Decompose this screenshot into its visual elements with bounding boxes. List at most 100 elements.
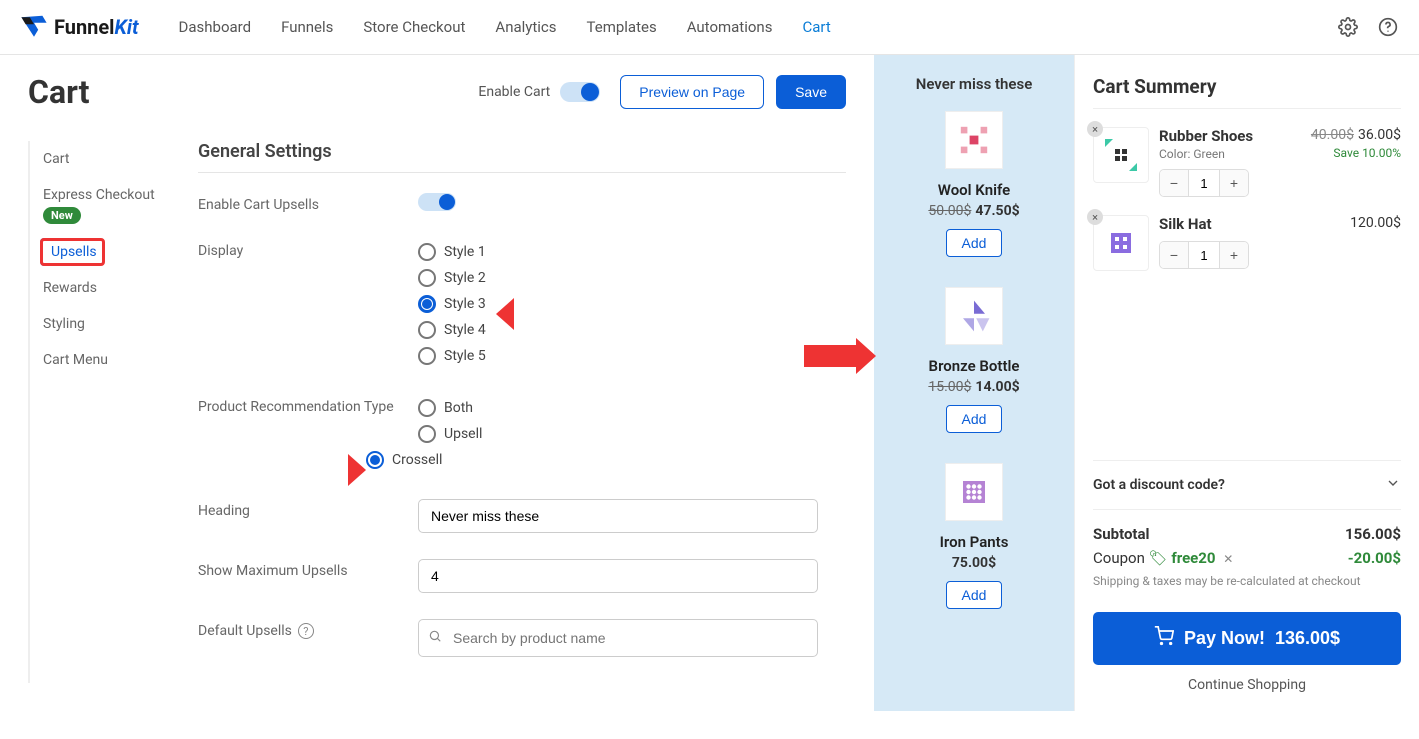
cart-summary: Cart Summery × Rubber Shoes Color: Green… [1074, 55, 1419, 711]
row-heading: Heading [198, 499, 846, 533]
sidenav-styling[interactable]: Styling [28, 306, 178, 342]
help-icon[interactable] [1377, 16, 1399, 38]
search-icon [428, 629, 442, 647]
nav-dashboard[interactable]: Dashboard [179, 18, 252, 36]
enable-upsells-toggle[interactable] [418, 193, 456, 211]
top-bar: FunnelKit Dashboard Funnels Store Checko… [0, 0, 1419, 55]
cart-item-silk-hat: × Silk Hat − + 120.00$ [1093, 215, 1401, 271]
cart-thumb [1093, 127, 1149, 183]
qty-input[interactable] [1188, 242, 1220, 268]
product-price: 50.00$47.50$ [884, 203, 1064, 219]
arrow-to-preview [804, 345, 856, 367]
enable-upsells-label: Enable Cart Upsells [198, 193, 418, 213]
rec-both[interactable]: Both [418, 395, 846, 421]
qty-stepper: − + [1159, 241, 1249, 269]
upsell-card-iron-pants: Iron Pants 75.00$ Add [884, 463, 1064, 609]
default-search-input[interactable] [418, 619, 818, 657]
remove-icon[interactable]: × [1087, 121, 1103, 137]
pay-now-button[interactable]: Pay Now! 136.00$ [1093, 612, 1401, 665]
nav-analytics[interactable]: Analytics [495, 18, 556, 36]
product-thumb [945, 111, 1003, 169]
cart-item-name: Rubber Shoes [1159, 127, 1301, 145]
qty-input[interactable] [1188, 170, 1220, 196]
discount-row[interactable]: Got a discount code? [1093, 460, 1401, 510]
coupon-line: Coupon 🏷 free20 ✕ -20.00$ [1093, 546, 1401, 570]
product-name: Bronze Bottle [884, 357, 1064, 375]
row-rec-type: Product Recommendation Type Both Upsell … [198, 395, 846, 473]
display-style-3[interactable]: Style 3 [418, 291, 846, 317]
page-header: Cart Enable Cart Preview on Page Save [28, 73, 846, 111]
qty-plus[interactable]: + [1220, 170, 1248, 196]
max-input[interactable] [418, 559, 818, 593]
upsell-card-bronze-bottle: Bronze Bottle 15.00$14.00$ Add [884, 287, 1064, 433]
settings-sidenav: Cart Express Checkout New Upsells Reward… [28, 141, 178, 683]
default-search-wrap [418, 619, 818, 657]
row-default: Default Upsells ? [198, 619, 846, 657]
tag-icon: 🏷 [1149, 549, 1172, 567]
cart-item-price: 120.00$ [1350, 215, 1401, 271]
rec-crossell[interactable]: Crossell [366, 447, 442, 473]
rec-upsell[interactable]: Upsell [418, 421, 846, 447]
nav-funnels[interactable]: Funnels [281, 18, 333, 36]
new-badge: New [43, 207, 81, 224]
brand-mark-icon [20, 13, 48, 41]
add-button[interactable]: Add [946, 405, 1003, 433]
cart-item-name: Silk Hat [1159, 215, 1340, 233]
product-price: 75.00$ [884, 555, 1064, 571]
cart-item-info: Silk Hat − + [1159, 215, 1340, 271]
brand-word-a: Funnel [54, 15, 114, 39]
sidenav-upsells[interactable]: Upsells [40, 238, 105, 266]
cart-item-info: Rubber Shoes Color: Green − + [1159, 127, 1301, 197]
brand-logo: FunnelKit [20, 13, 139, 41]
qty-stepper: − + [1159, 169, 1249, 197]
sidenav-cart[interactable]: Cart [28, 141, 178, 177]
continue-shopping-link[interactable]: Continue Shopping [1093, 677, 1401, 693]
qty-minus[interactable]: − [1160, 170, 1188, 196]
preview-button[interactable]: Preview on Page [620, 75, 764, 109]
tax-note: Shipping & taxes may be re-calculated at… [1093, 574, 1401, 588]
sidenav-express-checkout-label: Express Checkout [43, 187, 155, 203]
add-button[interactable]: Add [946, 229, 1003, 257]
sidenav-express-checkout[interactable]: Express Checkout New [28, 177, 178, 234]
cart-item-price: 40.00$36.00$ Save 10.00% [1311, 127, 1401, 197]
rec-label: Product Recommendation Type [198, 395, 418, 415]
settings-panel: General Settings Enable Cart Upsells Dis… [198, 141, 846, 683]
remove-coupon-icon[interactable]: ✕ [1223, 552, 1233, 566]
cart-icon [1154, 626, 1174, 651]
enable-cart-toggle[interactable] [560, 82, 600, 102]
preview-heading: Never miss these [884, 75, 1064, 93]
enable-cart-group: Enable Cart [478, 82, 600, 102]
discount-label: Got a discount code? [1093, 477, 1225, 493]
product-name: Wool Knife [884, 181, 1064, 199]
display-style-4[interactable]: Style 4 [418, 317, 846, 343]
qty-plus[interactable]: + [1220, 242, 1248, 268]
heading-input[interactable] [418, 499, 818, 533]
display-style-5[interactable]: Style 5 [418, 343, 846, 369]
nav-store-checkout[interactable]: Store Checkout [363, 18, 465, 36]
nav-cart[interactable]: Cart [802, 18, 830, 36]
display-options: Style 1 Style 2 Style 3 Style 4 Style 5 [418, 239, 846, 369]
upsell-preview: Never miss these Wool Knife 50.00$47.50$… [874, 55, 1074, 711]
qty-minus[interactable]: − [1160, 242, 1188, 268]
page: Cart Enable Cart Preview on Page Save Ca… [0, 55, 1419, 711]
top-icons [1337, 16, 1399, 38]
add-button[interactable]: Add [946, 581, 1003, 609]
settings-body: Cart Express Checkout New Upsells Reward… [28, 141, 846, 683]
top-nav: Dashboard Funnels Store Checkout Analyti… [179, 18, 1337, 36]
nav-automations[interactable]: Automations [687, 18, 773, 36]
product-name: Iron Pants [884, 533, 1064, 551]
help-tooltip-icon[interactable]: ? [298, 623, 314, 639]
nav-templates[interactable]: Templates [587, 18, 657, 36]
cart-item-rubber-shoes: × Rubber Shoes Color: Green − + 40.00$36… [1093, 127, 1401, 197]
sidenav-rewards[interactable]: Rewards [28, 270, 178, 306]
display-style-2[interactable]: Style 2 [418, 265, 846, 291]
save-button[interactable]: Save [776, 75, 846, 109]
gear-icon[interactable] [1337, 16, 1359, 38]
sidenav-cart-menu[interactable]: Cart Menu [28, 342, 178, 378]
coupon-label-wrap: Coupon 🏷 free20 ✕ [1093, 549, 1233, 567]
remove-icon[interactable]: × [1087, 209, 1103, 225]
display-style-1[interactable]: Style 1 [418, 239, 846, 265]
max-field-label: Show Maximum Upsells [198, 559, 418, 579]
row-enable-upsells: Enable Cart Upsells [198, 193, 846, 213]
row-display: Display Style 1 Style 2 Style 3 Style 4 … [198, 239, 846, 369]
